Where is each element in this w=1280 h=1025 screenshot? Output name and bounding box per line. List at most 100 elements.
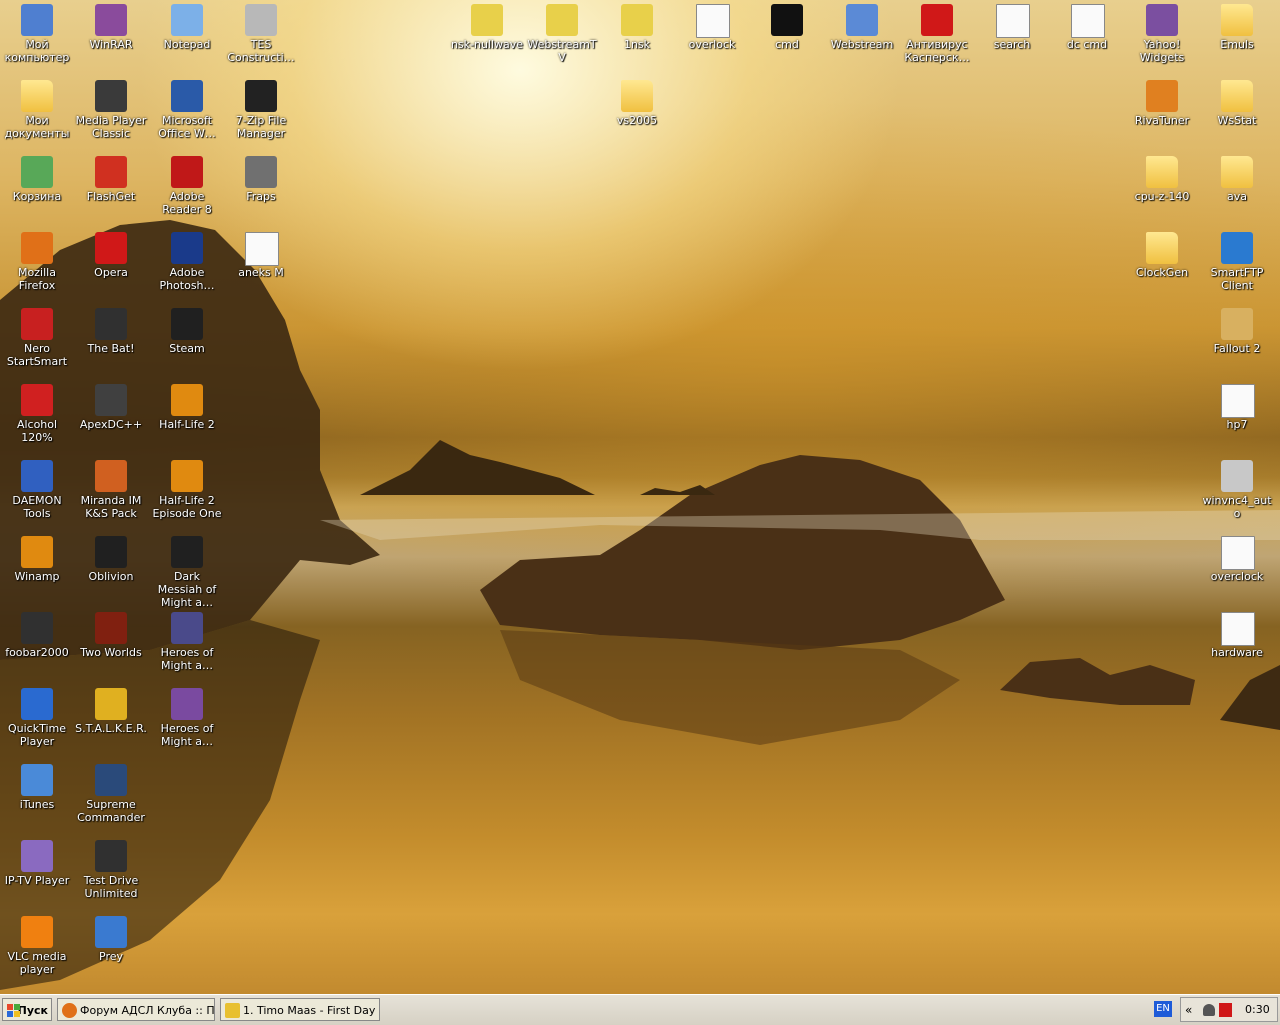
desktop-icon-adobe-photosh[interactable]: Adobe Photosh… xyxy=(150,228,224,302)
desktop-icon-s-t-a-l-k-e-r[interactable]: S.T.A.L.K.E.R. xyxy=(74,684,148,758)
desktop-icon-microsoft-office-w[interactable]: Microsoft Office W… xyxy=(150,76,224,150)
desktop-icon-wsstat[interactable]: WsStat xyxy=(1200,76,1274,150)
kaspersky-tray-icon[interactable] xyxy=(1219,1003,1232,1017)
desktop-icon-the-bat[interactable]: The Bat! xyxy=(74,304,148,378)
desktop-icon-label: ava xyxy=(1227,190,1247,203)
desktop-icon-label: overclock xyxy=(1210,570,1264,583)
desktop-icon-miranda-im-k-s-pack[interactable]: Miranda IM K&S Pack xyxy=(74,456,148,530)
opera-icon xyxy=(95,232,127,264)
desktop-icon-корзина[interactable]: Корзина xyxy=(0,152,74,226)
desktop-icon-opera[interactable]: Opera xyxy=(74,228,148,302)
desktop-icon-clockgen[interactable]: ClockGen xyxy=(1125,228,1199,302)
desktop-icon-apexdc[interactable]: ApexDC++ xyxy=(74,380,148,454)
desktop-icon-label: hardware xyxy=(1211,646,1263,659)
desktop-icon-fraps[interactable]: Fraps xyxy=(224,152,298,226)
prey-icon xyxy=(95,916,127,948)
7-zip-file-manager-icon xyxy=(245,80,277,112)
desktop-icon-label: Nero StartSmart xyxy=(6,342,68,368)
webstream-icon xyxy=(846,4,878,36)
desktop-icon-fallout-2[interactable]: Fallout 2 xyxy=(1200,304,1274,378)
desktop-icon-smartftp-client[interactable]: SmartFTP Client xyxy=(1200,228,1274,302)
taskbar-button-forum[interactable]: Форум АДСЛ Клуба :: П… xyxy=(57,998,215,1021)
desktop-icon-hardware[interactable]: hardware xyxy=(1200,608,1274,682)
apexdc-tray-icon[interactable] xyxy=(1203,1004,1215,1016)
desktop-icon-half-life-2-episode-one[interactable]: Half-Life 2 Episode One xyxy=(150,456,224,530)
ip-tv-player-icon xyxy=(21,840,53,872)
the-bat-icon xyxy=(95,308,127,340)
desktop-icon-nero-startsmart[interactable]: Nero StartSmart xyxy=(0,304,74,378)
s-t-a-l-k-e-r-icon xyxy=(95,688,127,720)
desktop-icon-cmd[interactable]: cmd xyxy=(750,0,824,74)
desktop-icon-мои-документы[interactable]: Мои документы xyxy=(0,76,74,150)
media-player-classic-icon xyxy=(95,80,127,112)
desktop-icon-label: Prey xyxy=(99,950,123,963)
desktop-icon-label: Supreme Commander xyxy=(77,798,145,824)
desktop-icon-label: cpu-z-140 xyxy=(1134,190,1190,203)
show-hidden-icons-button[interactable]: « xyxy=(1185,1003,1192,1017)
desktop-icon-dc-cmd[interactable]: dc cmd xyxy=(1050,0,1124,74)
desktop-icon-winrar[interactable]: WinRAR xyxy=(74,0,148,74)
quicktime-player-icon xyxy=(21,688,53,720)
desktop-icon-label: DAEMON Tools xyxy=(12,494,62,520)
notepad-icon xyxy=(171,4,203,36)
desktop-icon-emuls[interactable]: Emuls xyxy=(1200,0,1274,74)
desktop-icon-winvnc4-auto[interactable]: winvnc4_auto xyxy=(1200,456,1274,530)
desktop-icon-foobar2000[interactable]: foobar2000 xyxy=(0,608,74,682)
desktop[interactable]: Мой компьютер WinRAR Notepad TES Constructi… xyxy=(0,0,1280,994)
desktop-icon-label: Mozilla Firefox xyxy=(18,266,56,292)
desktop-icon-search[interactable]: search xyxy=(975,0,1049,74)
desktop-icon-ip-tv-player[interactable]: IP-TV Player xyxy=(0,836,74,910)
desktop-icon-overclock[interactable]: overclock xyxy=(1200,532,1274,606)
desktop-icon-notepad[interactable]: Notepad xyxy=(150,0,224,74)
desktop-icon-supreme-commander[interactable]: Supreme Commander xyxy=(74,760,148,834)
smartftp-client-icon xyxy=(1221,232,1253,264)
desktop-icon-мой-компьютер[interactable]: Мой компьютер xyxy=(0,0,74,74)
desktop-icon-oblivion[interactable]: Oblivion xyxy=(74,532,148,606)
desktop-icon-alcohol-120[interactable]: Alcohol 120% xyxy=(0,380,74,454)
desktop-icon-two-worlds[interactable]: Two Worlds xyxy=(74,608,148,682)
desktop-icon-media-player-classic[interactable]: Media Player Classic xyxy=(74,76,148,150)
steam-icon xyxy=(171,308,203,340)
desktop-icon-label: foobar2000 xyxy=(5,646,69,659)
desktop-icon-winamp[interactable]: Winamp xyxy=(0,532,74,606)
desktop-icon-label: Oblivion xyxy=(88,570,134,583)
desktop-icon-mozilla-firefox[interactable]: Mozilla Firefox xyxy=(0,228,74,302)
desktop-icon-yahoo-widgets[interactable]: Yahoo! Widgets xyxy=(1125,0,1199,74)
desktop-icon-hp7[interactable]: hp7 xyxy=(1200,380,1274,454)
desktop-icon-flashget[interactable]: FlashGet xyxy=(74,152,148,226)
desktop-icon-webstreamtv[interactable]: WebstreamTV xyxy=(525,0,599,74)
desktop-icon-1nsk[interactable]: 1nsk xyxy=(600,0,674,74)
desktop-icon-tes-constructi[interactable]: TES Constructi… xyxy=(224,0,298,74)
desktop-icon-cpu-z-140[interactable]: cpu-z-140 xyxy=(1125,152,1199,226)
desktop-icon-label: SmartFTP Client xyxy=(1210,266,1264,292)
desktop-icon-half-life-2[interactable]: Half-Life 2 xyxy=(150,380,224,454)
desktop-icon-label: Winamp xyxy=(14,570,60,583)
desktop-icon-steam[interactable]: Steam xyxy=(150,304,224,378)
desktop-icon-vs2005[interactable]: vs2005 xyxy=(600,76,674,150)
desktop-icon-adobe-reader-8[interactable]: Adobe Reader 8 xyxy=(150,152,224,226)
desktop-icon-daemon-tools[interactable]: DAEMON Tools xyxy=(0,456,74,530)
wsstat-icon xyxy=(1221,80,1253,112)
desktop-icon-heroes-of-might-a[interactable]: Heroes of Might a… xyxy=(150,684,224,758)
desktop-icon-itunes[interactable]: iTunes xyxy=(0,760,74,834)
desktop-icon-антивирус-касперск[interactable]: Антивирус Касперск… xyxy=(900,0,974,74)
desktop-icon-overlock[interactable]: overlock xyxy=(675,0,749,74)
desktop-icon-ava[interactable]: ava xyxy=(1200,152,1274,226)
desktop-icon-nsk-nullwave[interactable]: nsk-nullwave xyxy=(450,0,524,74)
heroes-of-might-a-icon xyxy=(171,612,203,644)
language-indicator[interactable]: EN xyxy=(1154,1001,1172,1017)
desktop-icon-prey[interactable]: Prey xyxy=(74,912,148,986)
start-button[interactable]: Пуск xyxy=(2,998,52,1021)
dark-messiah-of-might-a-icon xyxy=(171,536,203,568)
desktop-icon-dark-messiah-of-might-a[interactable]: Dark Messiah of Might a… xyxy=(150,532,224,609)
desktop-icon-7-zip-file-manager[interactable]: 7-Zip File Manager xyxy=(224,76,298,150)
desktop-icon-quicktime-player[interactable]: QuickTime Player xyxy=(0,684,74,758)
desktop-icon-heroes-of-might-a[interactable]: Heroes of Might a… xyxy=(150,608,224,682)
desktop-icon-aneks-m[interactable]: aneks M xyxy=(224,228,298,302)
taskbar-button-winamp[interactable]: 1. Timo Maas - First Day … xyxy=(220,998,380,1021)
rivatuner-icon xyxy=(1146,80,1178,112)
desktop-icon-rivatuner[interactable]: RivaTuner xyxy=(1125,76,1199,150)
desktop-icon-webstream[interactable]: Webstream xyxy=(825,0,899,74)
desktop-icon-test-drive-unlimited[interactable]: Test Drive Unlimited xyxy=(74,836,148,910)
desktop-icon-vlc-media-player[interactable]: VLC media player xyxy=(0,912,74,986)
